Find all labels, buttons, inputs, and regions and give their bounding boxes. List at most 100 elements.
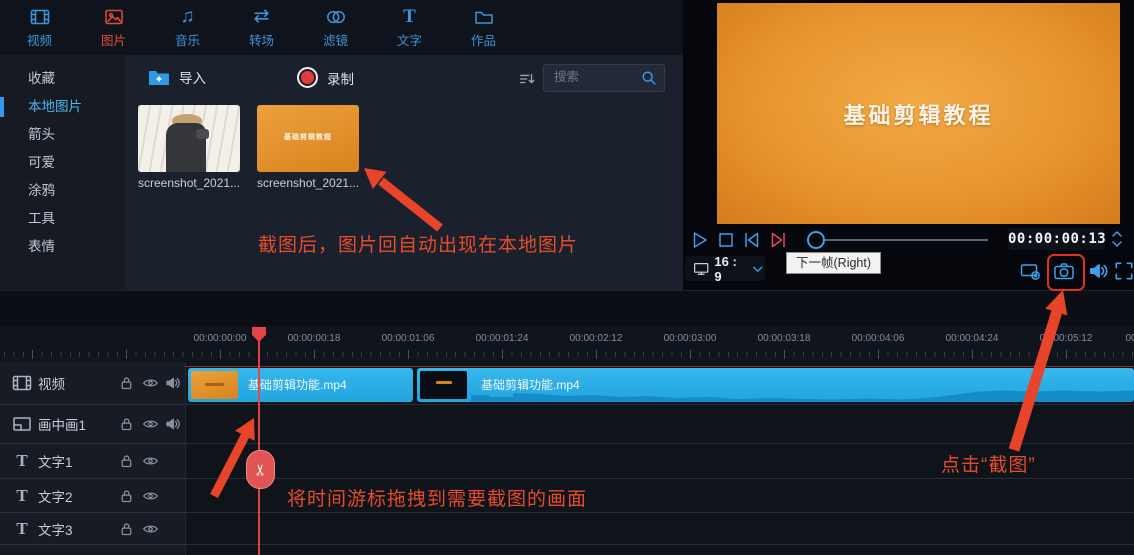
timecode-display: 00:00:00:13 bbox=[1008, 228, 1106, 250]
fullscreen-icon[interactable] bbox=[1113, 260, 1134, 282]
eye-icon[interactable] bbox=[142, 375, 159, 392]
sidebar-item-emoji[interactable]: 表情 bbox=[0, 233, 125, 261]
eye-icon[interactable] bbox=[142, 487, 159, 504]
speaker-icon[interactable] bbox=[164, 416, 181, 433]
edit-toolbar: ↶ ↷ ✂ 调速 画面裁剪 画面定格 配音 文字转语音 绿幕抠图 bbox=[0, 290, 1134, 326]
play-button[interactable] bbox=[690, 230, 710, 250]
next-frame-tooltip: 下一帧(Right) bbox=[786, 252, 882, 274]
split-clip-button[interactable]: ✂ bbox=[246, 450, 275, 489]
tab-text[interactable]: T 文字 bbox=[382, 5, 437, 49]
seek-slider-handle[interactable] bbox=[807, 231, 825, 249]
pip-icon bbox=[12, 414, 32, 434]
media-item-name: screenshot_2021... bbox=[257, 176, 360, 190]
scissors-icon: ✂ bbox=[252, 463, 270, 476]
ruler-tick-label: 00:00:01:24 bbox=[475, 333, 529, 344]
tab-label: 作品 bbox=[470, 33, 496, 48]
ruler-tick-label: 00:00:04:24 bbox=[945, 333, 999, 344]
timeline-ruler[interactable]: 00:00:00:00 00:00:00:18 00:00:01:06 00:0… bbox=[0, 326, 1134, 362]
tab-label: 文字 bbox=[396, 33, 422, 48]
transition-icon: ⇄ bbox=[253, 5, 270, 27]
media-category-sidebar: 收藏 本地图片 箭头 可爱 涂鸦 工具 表情 bbox=[0, 55, 125, 290]
clip-thumbnail bbox=[420, 371, 467, 399]
sidebar-item-local-images[interactable]: 本地图片 bbox=[0, 93, 125, 121]
previous-frame-button[interactable] bbox=[742, 230, 762, 250]
search-input[interactable] bbox=[544, 65, 642, 89]
track-header-text1: T 文字1 bbox=[0, 444, 186, 478]
film-icon bbox=[30, 7, 50, 27]
monitor-icon bbox=[693, 260, 709, 277]
lock-icon[interactable] bbox=[118, 375, 135, 392]
next-frame-button[interactable] bbox=[768, 230, 788, 250]
sidebar-item-doodle[interactable]: 涂鸦 bbox=[0, 177, 125, 205]
track-row-pip: 画中画1 bbox=[0, 405, 1134, 444]
app-window: 视频 图片 ♫ 音乐 ⇄ 转场 滤镜 T 文字 作品 收藏 本地图片 箭头 可爱… bbox=[0, 0, 1134, 555]
tab-transition[interactable]: ⇄ 转场 bbox=[234, 5, 289, 49]
aspect-ratio-dropdown[interactable]: 16 : 9 bbox=[685, 254, 765, 284]
timecode-spinner[interactable] bbox=[1110, 227, 1124, 251]
music-icon: ♫ bbox=[180, 5, 195, 27]
eye-icon[interactable] bbox=[142, 453, 159, 470]
tab-video[interactable]: 视频 bbox=[12, 7, 67, 49]
ruler-tick-label: 00:00:03:00 bbox=[663, 333, 717, 344]
speaker-icon[interactable] bbox=[164, 375, 181, 392]
import-button[interactable]: 导入 bbox=[148, 67, 206, 87]
film-icon bbox=[12, 373, 32, 393]
track-highlight-line bbox=[185, 366, 1134, 367]
preview-panel: 基础剪辑教程 00:00:00:13 16 : 9 下一帧(Right) bbox=[683, 0, 1134, 291]
video-title: 基础剪辑教程 bbox=[843, 103, 994, 128]
video-clip-1[interactable]: 基础剪辑功能.mp4 bbox=[188, 368, 413, 402]
tab-music[interactable]: ♫ 音乐 bbox=[160, 5, 215, 49]
active-indicator bbox=[0, 97, 4, 117]
track-lane-pip[interactable] bbox=[186, 405, 1134, 443]
track-header-pip: 画中画1 bbox=[0, 405, 186, 443]
top-tab-bar: 视频 图片 ♫ 音乐 ⇄ 转场 滤镜 T 文字 作品 bbox=[0, 0, 683, 55]
folder-icon bbox=[474, 7, 494, 27]
annotation-local-images: 截图后，图片回自动出现在本地图片 bbox=[258, 235, 579, 256]
media-item-name: screenshot_2021... bbox=[138, 176, 241, 190]
video-frame[interactable]: 基础剪辑教程 bbox=[717, 3, 1120, 224]
ruler-tick-label: 00:00:04:06 bbox=[851, 333, 905, 344]
eye-icon[interactable] bbox=[142, 416, 159, 433]
media-item-screenshot[interactable]: 基础剪辑教程 bbox=[257, 105, 359, 172]
chevron-down-icon bbox=[751, 263, 765, 275]
tab-label: 滤镜 bbox=[322, 33, 348, 48]
text-track-icon: T bbox=[16, 485, 28, 505]
lock-icon[interactable] bbox=[118, 487, 135, 504]
tab-works[interactable]: 作品 bbox=[456, 7, 511, 49]
track-header-video: 视频 bbox=[0, 362, 186, 404]
playhead-line[interactable] bbox=[258, 340, 260, 555]
seek-slider-track[interactable] bbox=[820, 239, 988, 241]
display-settings-icon[interactable] bbox=[1020, 260, 1042, 282]
text-icon: T bbox=[403, 5, 416, 27]
lock-icon[interactable] bbox=[118, 520, 135, 537]
eye-icon[interactable] bbox=[142, 520, 159, 537]
sort-icon[interactable] bbox=[518, 70, 536, 88]
video-clip-2[interactable]: 基础剪辑功能.mp4 bbox=[417, 368, 1134, 402]
ruler-tick-label: 00:00:03:18 bbox=[757, 333, 811, 344]
stop-button[interactable] bbox=[716, 230, 736, 250]
track-header-text3: T 文字3 bbox=[0, 513, 186, 544]
search-icon[interactable] bbox=[640, 69, 658, 87]
sidebar-item-favorites[interactable]: 收藏 bbox=[0, 65, 125, 93]
search-box bbox=[543, 64, 665, 92]
media-item-photo[interactable] bbox=[138, 105, 240, 172]
volume-icon[interactable] bbox=[1087, 260, 1109, 282]
tab-label: 音乐 bbox=[174, 33, 200, 48]
tab-image[interactable]: 图片 bbox=[86, 7, 141, 49]
lock-icon[interactable] bbox=[118, 453, 135, 470]
tab-label: 视频 bbox=[26, 33, 52, 48]
text-track-icon: T bbox=[16, 451, 28, 470]
lock-icon[interactable] bbox=[118, 416, 135, 433]
track-row-partial bbox=[0, 545, 1134, 555]
sidebar-item-cute[interactable]: 可爱 bbox=[0, 149, 125, 177]
tab-filter[interactable]: 滤镜 bbox=[308, 7, 363, 49]
annotation-drag-cursor: 将时间游标拖拽到需要截图的画面 bbox=[287, 489, 588, 510]
track-lane-text3[interactable] bbox=[186, 513, 1134, 544]
sidebar-item-tools[interactable]: 工具 bbox=[0, 205, 125, 233]
ruler-tick-label: 00:00:00:00 bbox=[193, 333, 247, 344]
sidebar-item-arrows[interactable]: 箭头 bbox=[0, 121, 125, 149]
ruler-tick-label: 00:00:00:18 bbox=[287, 333, 341, 344]
record-icon bbox=[297, 67, 318, 88]
text-track-icon: T bbox=[16, 518, 28, 538]
record-button[interactable]: 录制 bbox=[297, 67, 354, 88]
